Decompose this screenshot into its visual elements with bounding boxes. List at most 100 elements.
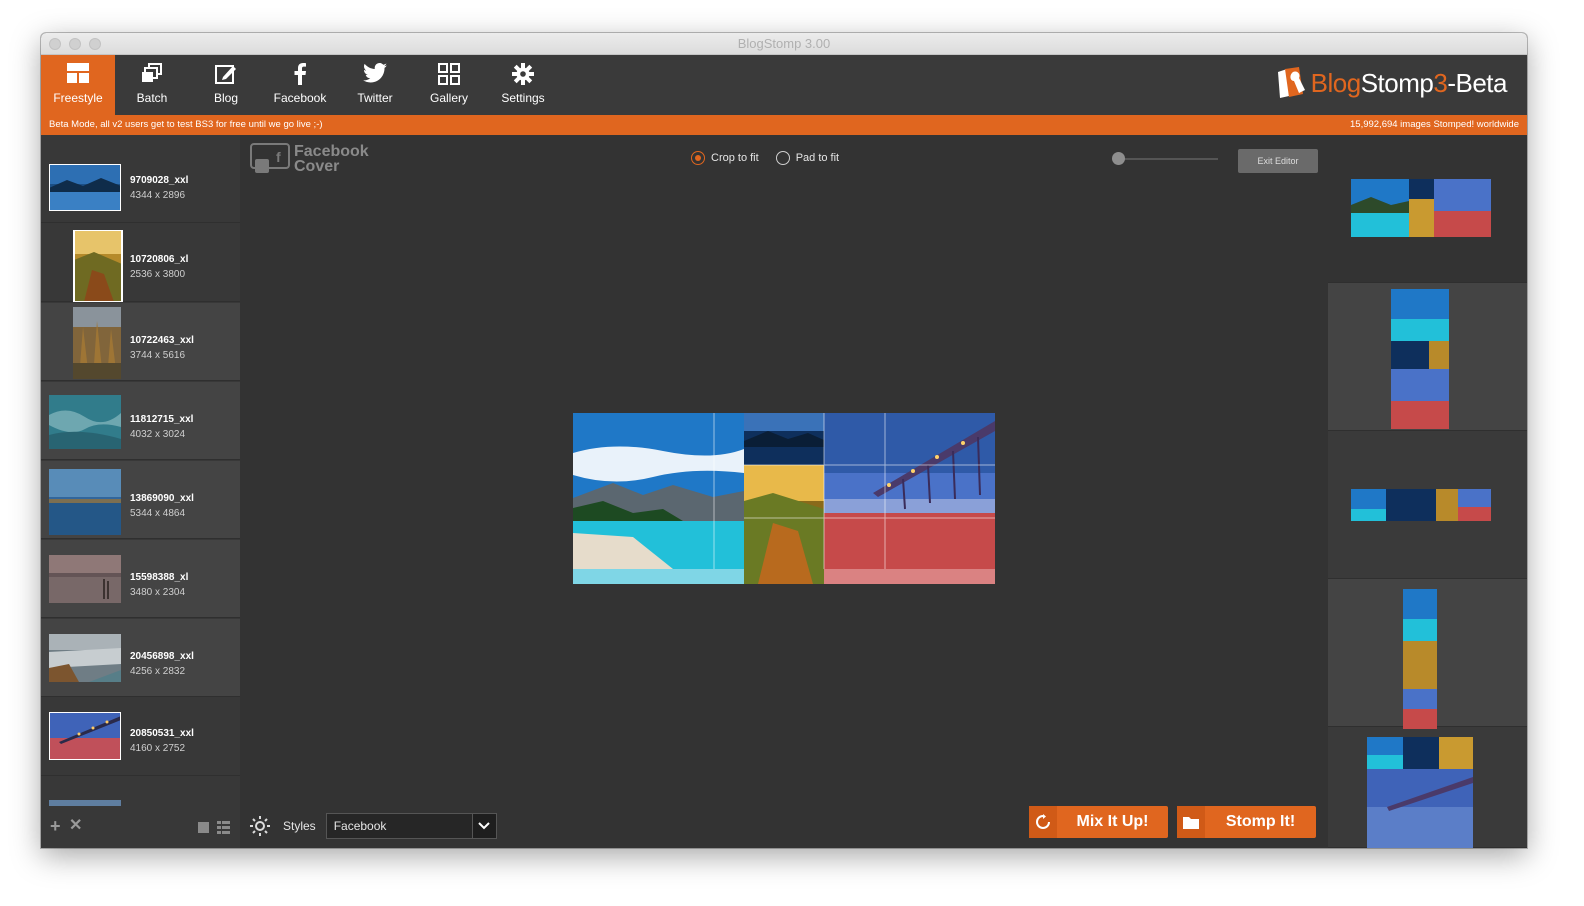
image-dimensions: 4032 x 3024	[130, 429, 186, 440]
app-window: BlogStomp 3.00 Freestyle Batch Blog Face…	[41, 33, 1527, 848]
image-thumbnail	[49, 469, 121, 535]
window-title: BlogStomp 3.00	[737, 36, 831, 51]
stomp-it-label: Stomp It!	[1225, 813, 1296, 830]
crop-to-fit-label[interactable]: Crop to fit	[711, 152, 759, 164]
tab-batch[interactable]: Batch	[115, 55, 189, 115]
styles-label: Styles	[283, 819, 316, 833]
mix-it-up-label: Mix It Up!	[1076, 813, 1149, 830]
layout-panel[interactable]	[1328, 135, 1527, 848]
facebook-cover-icon: f	[250, 143, 290, 173]
collage-preview[interactable]	[573, 413, 995, 584]
grid-view-icon[interactable]	[198, 822, 209, 833]
image-filename: 10720806_xl	[130, 254, 189, 265]
crop-to-fit-radio[interactable]	[691, 151, 705, 165]
image-thumbnail	[49, 712, 121, 760]
mix-it-up-button[interactable]: Mix It Up!	[1029, 806, 1168, 838]
image-filename: 9709028_xxl	[130, 175, 189, 186]
image-thumbnail	[49, 395, 121, 449]
image-dimensions: 2536 x 3800	[130, 269, 186, 280]
blog-edit-icon	[189, 55, 263, 91]
layout-thumbnail	[1351, 489, 1491, 521]
exit-editor-button[interactable]: Exit Editor	[1238, 149, 1318, 173]
styles-dropdown[interactable]: Facebook	[325, 813, 497, 839]
image-dimensions: 4344 x 2896	[130, 190, 186, 201]
styles-bar: Styles Facebook	[250, 813, 497, 839]
gear-icon	[486, 55, 560, 91]
gallery-grid-icon	[412, 55, 486, 91]
pad-to-fit-radio[interactable]	[775, 151, 790, 165]
remove-image-icon[interactable]: ✕	[69, 818, 82, 834]
styles-selected-value: Facebook	[333, 819, 387, 833]
image-filename: 15598388_xl	[130, 572, 189, 583]
sidebar-footer: + ✕	[41, 806, 240, 848]
title-bar: BlogStomp 3.00	[41, 33, 1527, 55]
stomp-it-button[interactable]: Stomp It!	[1177, 806, 1316, 838]
pad-to-fit-label[interactable]: Pad to fit	[796, 152, 839, 164]
logo-text-blog: Blog	[1310, 67, 1362, 98]
layout-option[interactable]	[1328, 431, 1527, 579]
beta-message: Beta Mode, all v2 users get to test BS3 …	[49, 119, 323, 130]
close-window-button[interactable]	[49, 38, 61, 50]
brightness-icon[interactable]	[250, 816, 270, 836]
facebook-cover-label: f Facebook Cover	[250, 143, 369, 175]
image-filename: 10722463_xxl	[130, 335, 194, 346]
layout-thumbnail	[1351, 179, 1491, 237]
minimize-window-button[interactable]	[69, 38, 81, 50]
blogstomp-logo: BlogStomp3-Beta	[1275, 66, 1507, 100]
list-item[interactable]: 11812715_xxl 4032 x 3024	[41, 382, 240, 460]
freestyle-icon	[41, 55, 115, 91]
image-thumbnail	[49, 634, 121, 682]
beta-banner: Beta Mode, all v2 users get to test BS3 …	[41, 115, 1527, 135]
svg-text:f: f	[276, 149, 281, 165]
image-dimensions: 4160 x 2752	[130, 743, 186, 754]
tab-blog[interactable]: Blog	[189, 55, 263, 115]
layout-option[interactable]	[1328, 727, 1527, 848]
layout-thumbnail	[1391, 289, 1449, 429]
image-filename: 20850531_xxl	[130, 728, 194, 739]
list-item[interactable]: 20456898_xxl 4256 x 2832	[41, 619, 240, 697]
image-dimensions: 5344 x 4864	[130, 508, 186, 519]
image-dimensions: 4256 x 2832	[130, 666, 186, 677]
logo-stamp-icon	[1277, 67, 1305, 98]
list-item[interactable]: 20850531_xxl 4160 x 2752	[41, 698, 240, 776]
logo-text-stomp: Stomp	[1360, 67, 1434, 98]
list-item[interactable]: 13869090_xxl 5344 x 4864	[41, 461, 240, 539]
layout-thumbnail	[1367, 737, 1473, 848]
tab-freestyle[interactable]: Freestyle	[41, 55, 115, 115]
image-thumbnail	[49, 555, 121, 603]
image-thumbnail	[73, 230, 123, 302]
list-item[interactable]: 10722463_xxl 3744 x 5616	[41, 303, 240, 381]
add-image-icon[interactable]: +	[50, 817, 61, 835]
image-sidebar[interactable]: 9709028_xxl 4344 x 2896 10720806_xl 2536…	[41, 135, 240, 848]
editor-canvas: f Facebook Cover Crop to fit Pad to fit …	[240, 135, 1328, 848]
zoom-slider-handle[interactable]	[1112, 152, 1125, 165]
chevron-down-icon[interactable]	[471, 814, 496, 838]
image-thumbnail	[49, 164, 121, 211]
tab-twitter[interactable]: Twitter	[338, 55, 412, 115]
zoom-slider-track[interactable]	[1118, 158, 1218, 160]
list-item[interactable]: 15598388_xl 3480 x 2304	[41, 540, 240, 618]
fit-mode-group: Crop to fit Pad to fit	[691, 151, 839, 165]
tab-settings[interactable]: Settings	[486, 55, 560, 115]
batch-icon	[115, 55, 189, 91]
layout-option[interactable]	[1328, 579, 1527, 729]
list-item[interactable]: 9709028_xxl 4344 x 2896	[41, 145, 240, 223]
folder-icon	[1177, 806, 1205, 838]
list-item[interactable]: 10720806_xl 2536 x 3800	[41, 224, 240, 302]
refresh-icon	[1029, 806, 1057, 838]
image-filename: 11812715_xxl	[130, 414, 194, 425]
image-dimensions: 3744 x 5616	[130, 350, 186, 361]
layout-option[interactable]	[1328, 135, 1527, 283]
tab-gallery[interactable]: Gallery	[412, 55, 486, 115]
list-view-icon[interactable]	[217, 821, 230, 839]
image-filename: 13869090_xxl	[130, 493, 194, 504]
tab-facebook[interactable]: Facebook	[263, 55, 337, 115]
layout-option[interactable]	[1328, 283, 1527, 431]
layout-thumbnail	[1403, 589, 1437, 729]
image-dimensions: 3480 x 2304	[130, 587, 186, 598]
image-thumbnail	[73, 307, 121, 379]
format-title-line2: Cover	[294, 158, 340, 175]
logo-text-version: 3	[1433, 67, 1448, 98]
zoom-window-button[interactable]	[89, 38, 101, 50]
logo-text-beta: -Beta	[1447, 67, 1507, 98]
